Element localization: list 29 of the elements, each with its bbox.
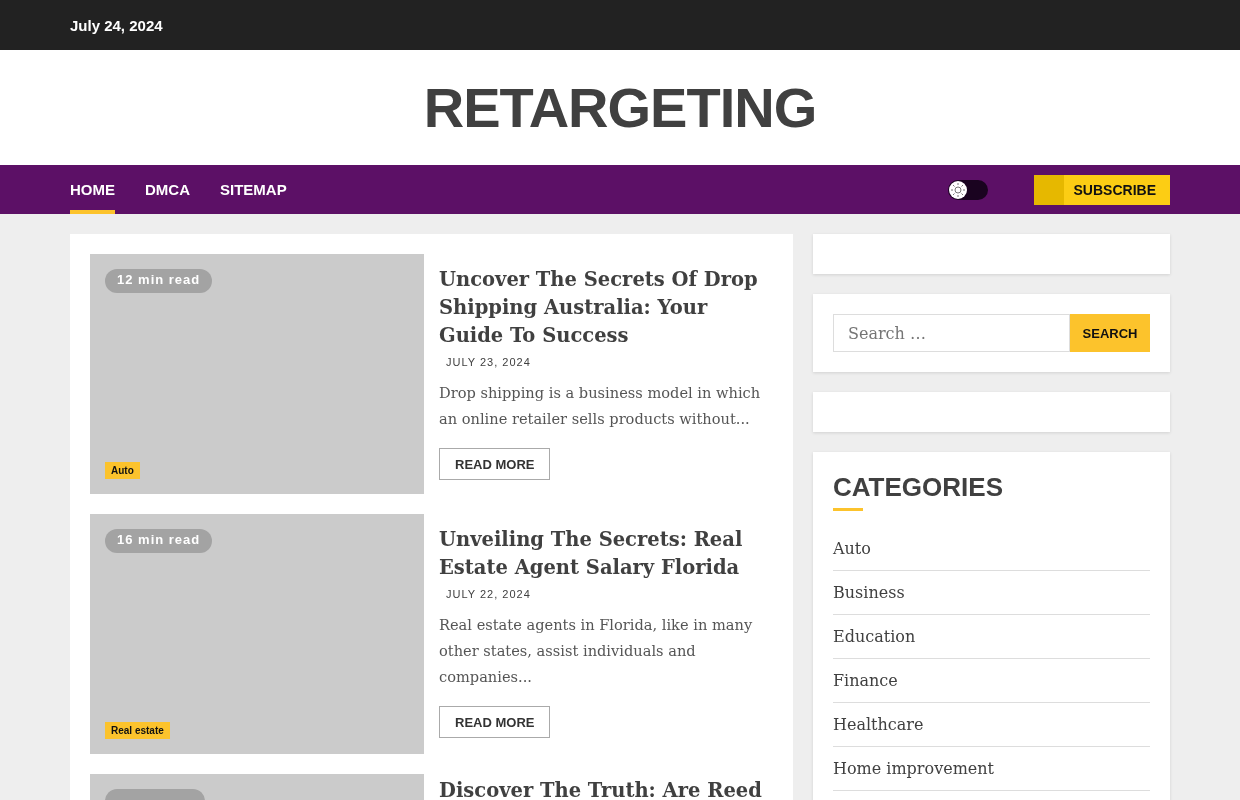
category-link[interactable]: Auto: [833, 539, 1150, 571]
category-tag[interactable]: Auto: [105, 462, 140, 479]
subscribe-button[interactable]: SUBSCRIBE: [1033, 174, 1170, 205]
post-excerpt: Drop shipping is a business model in which an online retailer sells products without...: [439, 383, 762, 429]
category-link[interactable]: Home improvement: [833, 759, 1150, 791]
read-time-badge: 16 min read: [105, 529, 213, 553]
sun-icon: [948, 180, 967, 199]
post-date: JULY 23, 2024: [446, 356, 531, 368]
read-more-button[interactable]: READ MORE: [439, 706, 551, 738]
post-title[interactable]: Unveiling The Secrets: Real Estate Agent Salary Florida: [439, 526, 773, 582]
theme-toggle[interactable]: [947, 179, 988, 200]
date-text: July 24, 2024: [70, 16, 163, 34]
category-link[interactable]: Education: [833, 627, 1150, 659]
post-title[interactable]: Uncover The Secrets Of Drop Shipping Australia: Your Guide To Success: [439, 266, 773, 350]
nav-link[interactable]: SITEMAP: [220, 165, 287, 214]
post-excerpt: Real estate agents in Florida, like in many other states, assist individuals and companies...: [439, 615, 754, 687]
category-link[interactable]: Healthcare: [833, 715, 1150, 747]
category-tag[interactable]: Real estate: [105, 722, 170, 739]
search-button[interactable]: SEARCH: [1070, 314, 1150, 352]
post-date: JULY 22, 2024: [446, 588, 531, 600]
read-more-button[interactable]: READ MORE: [439, 448, 551, 480]
category-link[interactable]: Finance: [833, 671, 1150, 703]
category-link[interactable]: Business: [833, 583, 1150, 615]
read-time-badge: 12 min read: [105, 269, 213, 293]
search-field[interactable]: Search …: [833, 314, 1070, 352]
nav-link[interactable]: DMCA: [145, 165, 190, 214]
nav-link[interactable]: HOME: [70, 165, 115, 214]
site-title[interactable]: RETARGETING: [423, 75, 817, 140]
post-title[interactable]: Discover The Truth: Are Reed: [439, 777, 762, 800]
